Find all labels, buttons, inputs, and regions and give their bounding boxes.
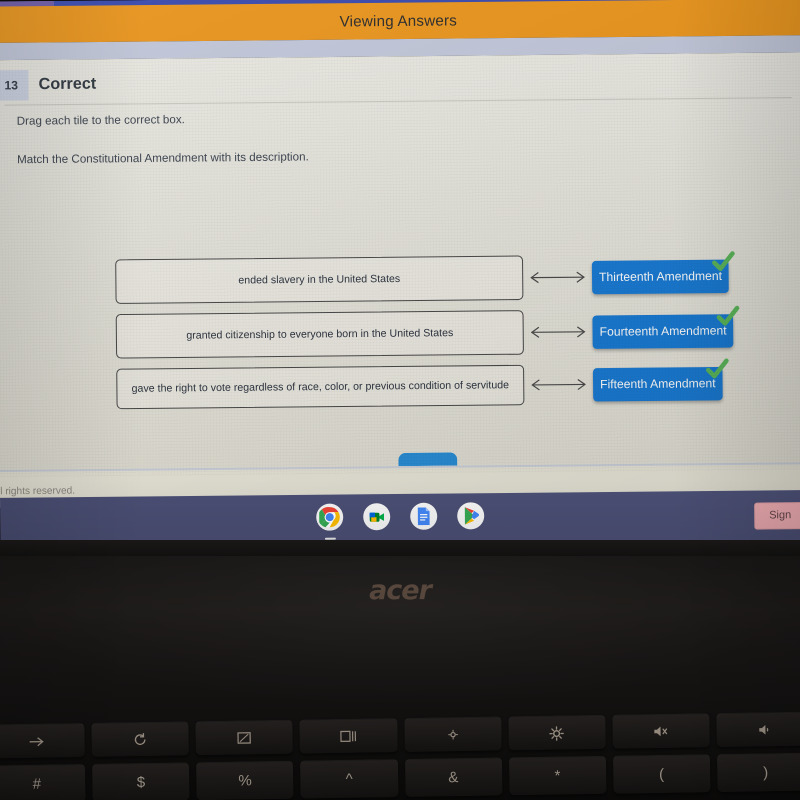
key-9[interactable]: ( xyxy=(612,754,711,794)
question-number: 13 xyxy=(0,69,29,101)
answer-tile-wrap: Thirteenth Amendment xyxy=(591,250,736,294)
play-store-icon[interactable] xyxy=(457,502,485,530)
acer-logo: acer xyxy=(369,575,432,606)
shelf-app-list xyxy=(316,502,485,540)
keyboard-number-row: # $ % ^ & * ( ) xyxy=(0,752,800,800)
double-headed-arrow-icon xyxy=(524,322,593,343)
match-row: gave the right to vote regardless of rac… xyxy=(116,358,784,410)
chrome-icon[interactable] xyxy=(316,503,344,540)
quiz-page: 13 Correct Drag each tile to the correct… xyxy=(0,52,800,508)
double-headed-arrow-icon xyxy=(524,374,593,395)
answer-tile[interactable]: Thirteenth Amendment xyxy=(591,259,730,294)
answer-tile[interactable]: Fifteenth Amendment xyxy=(592,366,723,402)
next-tile-peek[interactable] xyxy=(398,452,458,467)
key-7[interactable]: & xyxy=(404,757,503,797)
forward-key[interactable] xyxy=(0,722,86,759)
overview-key[interactable] xyxy=(299,718,398,754)
double-headed-arrow-icon xyxy=(523,267,592,288)
instruction-match: Match the Constitutional Amendment with … xyxy=(17,151,309,167)
copyright-text: ll rights reserved. xyxy=(0,485,76,498)
description-box[interactable]: granted citizenship to everyone born in … xyxy=(115,310,524,359)
question-header: 13 Correct xyxy=(0,61,800,103)
sign-button[interactable]: Sign xyxy=(754,502,800,530)
reload-key[interactable] xyxy=(91,721,190,757)
chromebook-photo: Viewing Answers 13 Correct Drag each til… xyxy=(0,0,800,800)
key-3[interactable]: # xyxy=(0,763,86,800)
key-6[interactable]: ^ xyxy=(300,759,399,799)
answer-tile[interactable]: Fourteenth Amendment xyxy=(592,313,734,349)
key-8[interactable]: * xyxy=(508,755,607,796)
answer-tile-wrap: Fourteenth Amendment xyxy=(592,305,740,349)
description-box[interactable]: ended slavery in the United States xyxy=(115,255,524,304)
brightness-up-key[interactable] xyxy=(507,714,606,751)
question-status: Correct xyxy=(38,75,97,94)
description-box[interactable]: gave the right to vote regardless of rac… xyxy=(116,364,525,410)
instruction-drag: Drag each tile to the correct box. xyxy=(16,114,185,128)
match-row: ended slavery in the United States Thirt… xyxy=(115,250,783,304)
mute-key[interactable] xyxy=(612,713,710,749)
key-0[interactable]: ) xyxy=(716,752,800,793)
key-5[interactable]: % xyxy=(196,760,294,800)
matching-area: ended slavery in the United States Thirt… xyxy=(115,250,784,419)
key-4[interactable]: $ xyxy=(92,762,190,800)
keyboard: # $ % ^ & * ( ) xyxy=(0,711,800,800)
match-row: granted citizenship to everyone born in … xyxy=(115,305,784,359)
docs-icon[interactable] xyxy=(410,502,438,530)
answer-tile-wrap: Fifteenth Amendment xyxy=(592,358,729,402)
fullscreen-key[interactable] xyxy=(195,719,294,756)
volume-down-key[interactable] xyxy=(716,711,800,748)
brightness-down-key[interactable] xyxy=(403,716,502,752)
banner-title: Viewing Answers xyxy=(339,11,458,31)
chromebook-screen: Viewing Answers 13 Correct Drag each til… xyxy=(0,0,800,508)
meet-icon[interactable] xyxy=(363,503,391,531)
